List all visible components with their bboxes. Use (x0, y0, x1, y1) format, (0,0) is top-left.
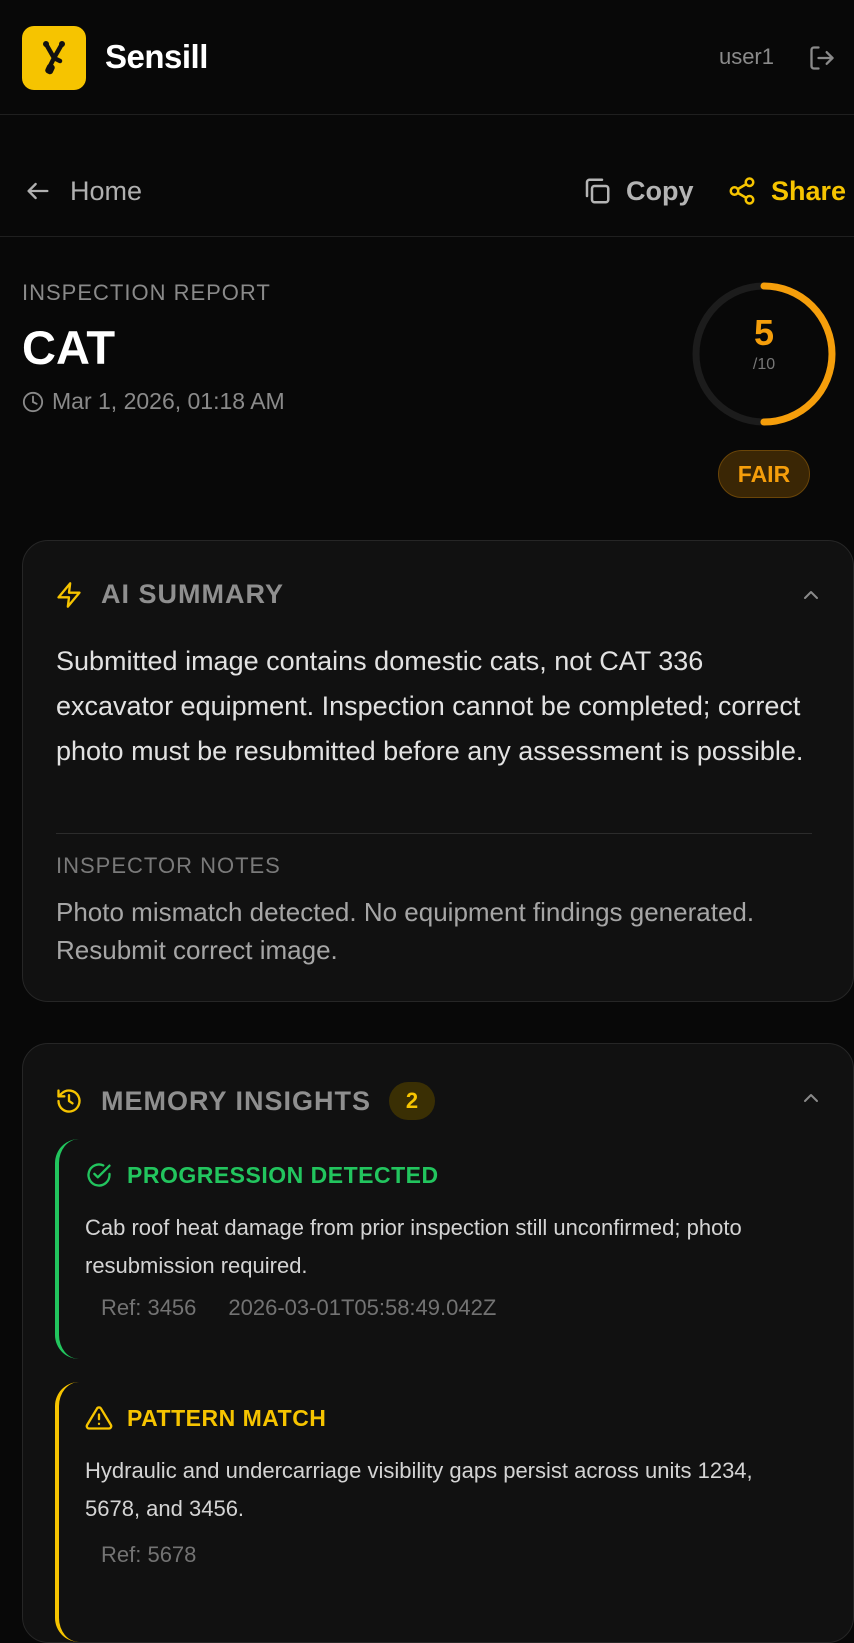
insight-text: Cab roof heat damage from prior inspecti… (85, 1215, 742, 1278)
check-circle-icon (87, 1163, 111, 1187)
inspector-notes-text: Photo mismatch detected. No equipment fi… (56, 897, 755, 965)
score-value: 5 (753, 312, 775, 353)
ai-summary-text: Submitted image contains domestic cats, … (56, 646, 804, 766)
memory-insights-title: MEMORY INSIGHTS (101, 1085, 372, 1116)
insight-item: PATTERN MATCH Hydraulic and undercarriag… (55, 1382, 854, 1642)
ai-summary-card: AI SUMMARY Submitted image contains dome… (22, 540, 854, 1002)
chevron-up-icon[interactable] (799, 583, 823, 607)
lightning-icon (57, 581, 81, 608)
home-back-link[interactable]: Home (24, 173, 142, 209)
ai-summary-header[interactable]: AI SUMMARY (55, 579, 284, 610)
copy-icon (585, 178, 610, 204)
score-max: /10 (752, 356, 776, 373)
divider (56, 833, 812, 834)
insight-item: PROGRESSION DETECTED Cab roof heat damag… (55, 1139, 854, 1359)
username: user1 (718, 44, 774, 69)
insight-timestamp: 2026-03-01T05:58:49.042Z (228, 1295, 497, 1320)
report-kicker: INSPECTION REPORT (22, 280, 271, 305)
clock-icon (22, 391, 44, 412)
insight-header: PATTERN MATCH (85, 1404, 326, 1432)
memory-insights-header[interactable]: MEMORY INSIGHTS 2 (55, 1082, 436, 1120)
insight-meta: Ref: 3456 2026-03-01T05:58:49.042Z (101, 1295, 496, 1321)
rating-badge: FAIR (718, 450, 810, 498)
top-bar: Sensill user1 (0, 0, 854, 115)
share-icon (729, 177, 755, 205)
memory-insights-card: MEMORY INSIGHTS 2 PROGRESSION DETECTED C… (22, 1043, 854, 1643)
insight-text: Hydraulic and undercarriage visibility g… (85, 1458, 753, 1521)
report-title: CAT (22, 321, 116, 374)
copy-button[interactable]: Copy (582, 173, 694, 209)
share-label: Share (771, 175, 847, 206)
brand-name: Sensill (105, 38, 208, 75)
history-icon (57, 1089, 81, 1113)
share-button[interactable]: Share (727, 173, 846, 209)
insight-count-badge: 2 (389, 1082, 436, 1120)
insight-ref: Ref: 3456 (101, 1295, 197, 1320)
copy-label: Copy (626, 175, 694, 206)
insight-title: PROGRESSION DETECTED (127, 1161, 439, 1188)
report-date: Mar 1, 2026, 01:18 AM (22, 388, 285, 415)
insight-meta: Ref: 5678 (101, 1542, 196, 1568)
report-nav-bar: Home Copy Share (0, 115, 854, 237)
insight-ref: Ref: 5678 (101, 1542, 197, 1567)
logo-icon (43, 41, 65, 75)
home-label: Home (70, 175, 143, 206)
logout-icon[interactable] (808, 44, 836, 72)
ai-summary-title: AI SUMMARY (101, 579, 284, 609)
report-date-text: Mar 1, 2026, 01:18 AM (52, 388, 285, 414)
warning-triangle-icon (85, 1406, 113, 1430)
insight-title: PATTERN MATCH (127, 1404, 327, 1431)
sensill-logo[interactable] (22, 26, 86, 90)
arrow-left-icon (27, 182, 49, 200)
inspector-notes-label: INSPECTOR NOTES (56, 853, 281, 878)
chevron-up-icon[interactable] (799, 1086, 823, 1110)
insight-header: PROGRESSION DETECTED (85, 1161, 439, 1189)
